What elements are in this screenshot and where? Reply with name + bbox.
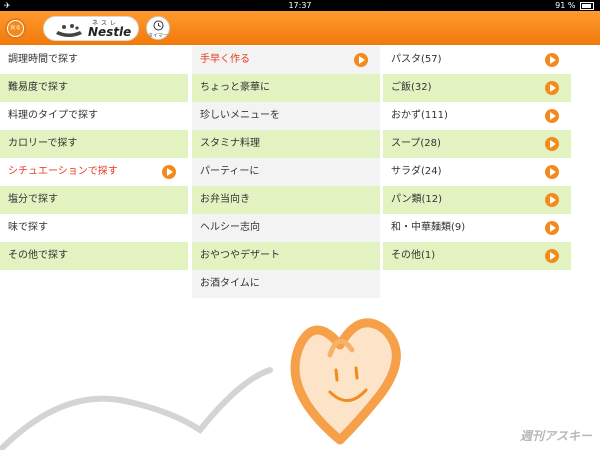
list-item-label: お酒タイムに: [200, 278, 260, 289]
list-item-label: ご飯(32): [391, 82, 432, 93]
arrow-right-icon: [545, 53, 559, 67]
list-item-label: パーティーに: [200, 166, 260, 177]
list-item[interactable]: 味で探す: [0, 214, 188, 242]
status-time: 17:37: [288, 1, 312, 10]
list-item[interactable]: スープ(28): [383, 130, 571, 158]
list-item[interactable]: おやつやデザート: [192, 242, 380, 270]
list-item-label: シチュエーションで探す: [8, 166, 118, 177]
list-item[interactable]: お酒タイムに: [192, 270, 380, 298]
list-item-label: 調理時間で探す: [8, 54, 78, 65]
status-battery: 91 %: [555, 0, 594, 11]
toolbar: 戻る ネスレ Nestle タイマー: [0, 11, 600, 45]
list-item[interactable]: サラダ(24): [383, 158, 571, 186]
arrow-right-icon: [162, 165, 176, 179]
list-item-label: 塩分で探す: [8, 194, 58, 205]
arrow-right-icon: [545, 221, 559, 235]
list-item[interactable]: 珍しいメニューを: [192, 102, 380, 130]
list-item-label: 珍しいメニューを: [200, 110, 280, 121]
watermark: 週刊アスキー: [519, 429, 592, 443]
list-item-label: 手早く作る: [200, 54, 250, 65]
list-item[interactable]: 難易度で探す: [0, 74, 188, 102]
timer-label: タイマー: [147, 33, 168, 39]
list-item-label: スープ(28): [391, 138, 441, 149]
list-item-label: その他で探す: [8, 250, 68, 261]
list-item-label: パスタ(57): [391, 54, 442, 65]
list-item-label: ヘルシー志向: [200, 222, 260, 233]
list-item-label: パン類(12): [391, 194, 443, 205]
list-item-label: スタミナ料理: [200, 138, 260, 149]
list-item[interactable]: パン類(12): [383, 186, 571, 214]
arrow-right-icon: [545, 165, 559, 179]
timer-button[interactable]: タイマー: [146, 16, 170, 40]
list-item[interactable]: 和・中華麺類(9): [383, 214, 571, 242]
list-item-label: 和・中華麺類(9): [391, 222, 466, 233]
list-item-selected[interactable]: 手早く作る: [192, 46, 380, 74]
list-item-label: 味で探す: [8, 222, 48, 233]
back-label: 戻る: [10, 25, 21, 31]
status-bar: ✈ 17:37 91 %: [0, 0, 600, 11]
recipe-type-list: パスタ(57) ご飯(32) おかず(111) スープ(28) サラダ(24) …: [383, 46, 571, 270]
nestle-nest-icon: [56, 24, 82, 37]
list-item-label: ちょっと豪華に: [200, 82, 270, 93]
list-item-label: カロリーで探す: [8, 138, 78, 149]
list-item-label: その他(1): [391, 250, 436, 261]
list-item[interactable]: パーティーに: [192, 158, 380, 186]
arrow-right-icon: [545, 109, 559, 123]
battery-percent: 91 %: [555, 1, 576, 10]
list-item[interactable]: パスタ(57): [383, 46, 571, 74]
list-item-selected[interactable]: シチュエーションで探す: [0, 158, 188, 186]
list-item[interactable]: 調理時間で探す: [0, 46, 188, 74]
list-item[interactable]: ご飯(32): [383, 74, 571, 102]
list-item[interactable]: 塩分で探す: [0, 186, 188, 214]
list-item[interactable]: ちょっと豪華に: [192, 74, 380, 102]
list-item[interactable]: その他で探す: [0, 242, 188, 270]
list-item[interactable]: 料理のタイプで探す: [0, 102, 188, 130]
list-item[interactable]: カロリーで探す: [0, 130, 188, 158]
arrow-right-icon: [545, 193, 559, 207]
timer-icon: [153, 20, 164, 31]
list-item[interactable]: おかず(111): [383, 102, 571, 130]
search-category-list: 調理時間で探す 難易度で探す 料理のタイプで探す カロリーで探す シチュエーショ…: [0, 46, 188, 270]
nestle-logo: ネスレ Nestle: [43, 16, 139, 41]
arrow-right-icon: [545, 137, 559, 151]
arrow-right-icon: [545, 249, 559, 263]
list-item[interactable]: スタミナ料理: [192, 130, 380, 158]
list-item[interactable]: ヘルシー志向: [192, 214, 380, 242]
arrow-right-icon: [545, 81, 559, 95]
list-item-label: お弁当向き: [200, 194, 250, 205]
list-item-label: 料理のタイプで探す: [8, 110, 98, 121]
battery-icon: [580, 1, 594, 10]
heart-face-icon: [0, 318, 401, 450]
list-item-label: おかず(111): [391, 110, 448, 121]
list-item[interactable]: お弁当向き: [192, 186, 380, 214]
situation-list: 手早く作る ちょっと豪華に 珍しいメニューを スタミナ料理 パーティーに お弁当…: [192, 46, 380, 298]
list-item-label: サラダ(24): [391, 166, 442, 177]
list-item-label: おやつやデザート: [200, 250, 280, 261]
arrow-right-icon: [354, 53, 368, 67]
list-item-label: 難易度で探す: [8, 82, 68, 93]
back-button[interactable]: 戻る: [5, 18, 26, 39]
back-icon: 戻る: [8, 21, 23, 36]
list-item[interactable]: その他(1): [383, 242, 571, 270]
brand-name: Nestle: [88, 25, 132, 39]
